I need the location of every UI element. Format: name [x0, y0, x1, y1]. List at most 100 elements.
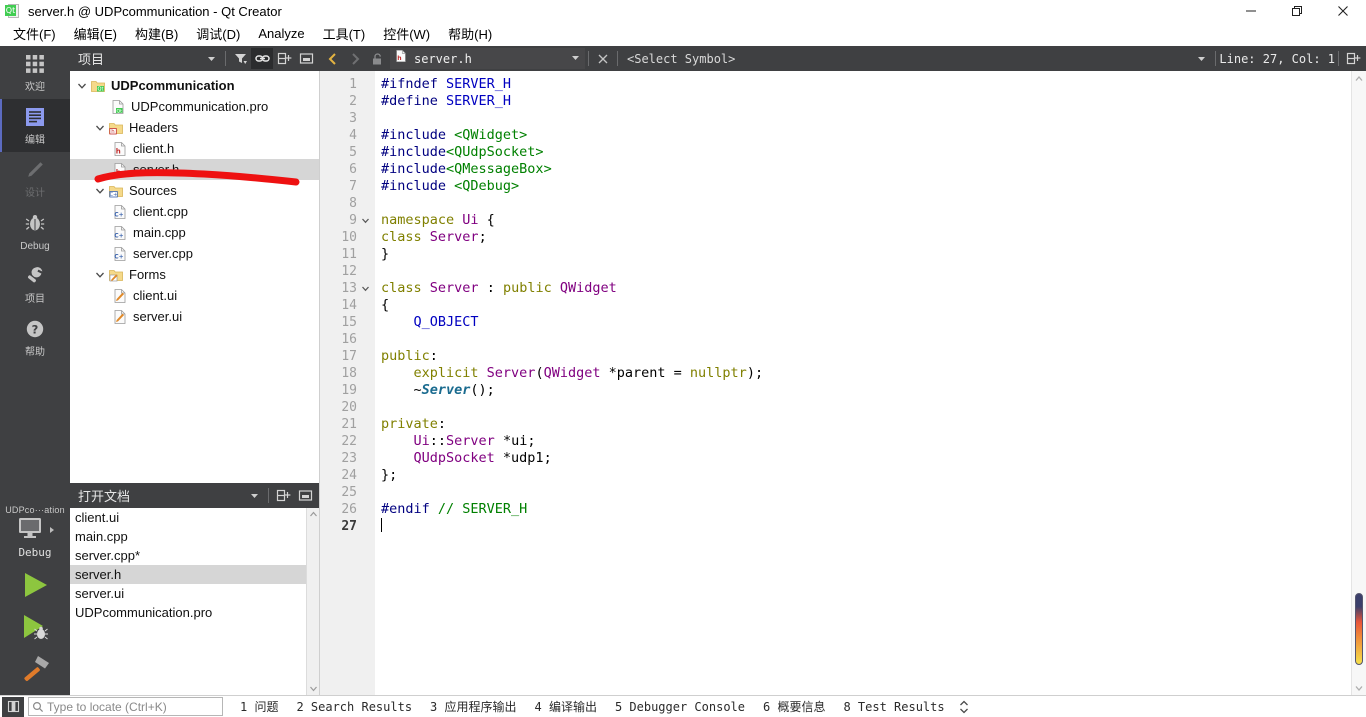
menu-window[interactable]: 控件(W): [374, 21, 439, 46]
symbol-caret-icon[interactable]: [1190, 48, 1212, 70]
chevron-down-icon[interactable]: [92, 270, 108, 280]
chevron-down-icon[interactable]: [92, 186, 108, 196]
mode-welcome[interactable]: 欢迎: [0, 46, 70, 99]
close-button[interactable]: [1320, 0, 1366, 22]
code-line: #include<QMessageBox>: [375, 161, 1351, 178]
code-token: *ui;: [494, 433, 536, 449]
fold-chevron-down-icon[interactable]: [359, 280, 372, 297]
line-number: 8: [349, 196, 357, 211]
tree-row-forms[interactable]: Forms: [70, 264, 319, 285]
line-number: 7: [349, 179, 357, 194]
headers-folder-icon: h: [108, 120, 124, 136]
tree-row-server-cpp[interactable]: C+ server.cpp: [70, 243, 319, 264]
split-icon[interactable]: [1342, 48, 1364, 70]
output-tab[interactable]: 8 Test Results: [834, 698, 953, 716]
link-icon[interactable]: [251, 48, 273, 69]
mode-debug[interactable]: Debug: [0, 205, 70, 258]
chevron-down-icon[interactable]: [74, 81, 90, 91]
line-col-indicator[interactable]: Line: 27, Col: 1: [1219, 52, 1335, 66]
scrollbar-thumb[interactable]: [1355, 593, 1363, 665]
go-back-button[interactable]: [322, 48, 344, 70]
tree-row-client-cpp[interactable]: C+ client.cpp: [70, 201, 319, 222]
mode-help[interactable]: ? 帮助: [0, 311, 70, 364]
open-doc-item[interactable]: server.h: [70, 565, 319, 584]
menu-debug[interactable]: 调试(D): [187, 21, 249, 46]
output-tab[interactable]: 6 概要信息: [754, 696, 834, 717]
chevron-down-icon[interactable]: [1352, 680, 1366, 695]
chevron-down-icon[interactable]: [307, 682, 319, 695]
go-forward-button[interactable]: [344, 48, 366, 70]
tree-row-headers[interactable]: h Headers: [70, 117, 319, 138]
code-text[interactable]: #ifndef SERVER_H #define SERVER_H #include…: [375, 71, 1351, 695]
chevron-up-icon[interactable]: [307, 508, 319, 521]
kit-selector[interactable]: UDPco···ation Debug: [0, 501, 70, 559]
open-doc-item[interactable]: client.ui: [70, 508, 319, 527]
tree-row-server-h[interactable]: h server.h: [70, 159, 319, 180]
locator-input[interactable]: Type to locate (Ctrl+K): [28, 697, 223, 716]
output-tab[interactable]: 2 Search Results: [287, 698, 421, 716]
run-button[interactable]: [13, 569, 57, 605]
tree-row-project[interactable]: Qt UDPcommunication: [70, 75, 319, 96]
mode-design-label: 设计: [25, 187, 45, 199]
split-icon[interactable]: [272, 485, 294, 506]
file-selector[interactable]: h server.h: [390, 48, 585, 69]
code-line: Q_OBJECT: [375, 314, 1351, 331]
menu-build[interactable]: 构建(B): [126, 21, 187, 46]
open-doc-item[interactable]: main.cpp: [70, 527, 319, 546]
menu-tools[interactable]: 工具(T): [314, 21, 375, 46]
menu-edit[interactable]: 编辑(E): [65, 21, 126, 46]
tree-row-client-h[interactable]: h client.h: [70, 138, 319, 159]
chevron-down-icon[interactable]: [558, 50, 581, 68]
tree-row-pro-file[interactable]: Qt UDPcommunication.pro: [70, 96, 319, 117]
tree-row-main-cpp[interactable]: C+ main.cpp: [70, 222, 319, 243]
sidebar-toggle-icon[interactable]: [2, 696, 24, 717]
tree-row-client-ui[interactable]: client.ui: [70, 285, 319, 306]
output-tab[interactable]: 3 应用程序输出: [421, 696, 525, 717]
desktop-icon: [15, 516, 45, 545]
open-doc-item[interactable]: UDPcommunication.pro: [70, 603, 319, 622]
up-down-arrows-icon[interactable]: [958, 699, 970, 715]
editor-scrollbar[interactable]: [1351, 71, 1366, 695]
code-line: QUdpSocket *udp1;: [375, 450, 1351, 467]
tree-label: UDPcommunication.pro: [131, 99, 269, 114]
mode-design[interactable]: 设计: [0, 152, 70, 205]
menu-help[interactable]: 帮助(H): [439, 21, 501, 46]
header-file-icon: h: [112, 162, 128, 178]
tree-row-server-ui[interactable]: server.ui: [70, 306, 319, 327]
output-tab[interactable]: 4 编译输出: [526, 696, 606, 717]
debug-button[interactable]: [13, 611, 57, 647]
open-documents-scrollbar[interactable]: [306, 508, 319, 695]
menu-file[interactable]: 文件(F): [4, 21, 65, 46]
filter-icon[interactable]: [229, 48, 251, 69]
mode-edit[interactable]: 编辑: [0, 99, 70, 152]
build-button[interactable]: [13, 653, 57, 689]
code-token: #define: [381, 93, 447, 109]
tree-row-sources[interactable]: C+ Sources: [70, 180, 319, 201]
left-dock: 项目 Qt UDPcommunication Qt UDPcommunicati…: [70, 46, 320, 695]
close-split-icon[interactable]: [295, 48, 317, 69]
chevron-down-icon[interactable]: [243, 485, 265, 506]
restore-button[interactable]: [1274, 0, 1320, 22]
fold-chevron-down-icon[interactable]: [359, 212, 372, 229]
locator-placeholder: Type to locate (Ctrl+K): [47, 699, 167, 714]
code-token: <QUdpSocket>: [446, 144, 544, 160]
chevron-down-icon[interactable]: [200, 48, 222, 69]
unlocked-icon[interactable]: [366, 48, 388, 70]
line-number: 15: [341, 315, 357, 330]
split-icon[interactable]: [273, 48, 295, 69]
open-documents-list: client.ui main.cpp server.cpp* server.h …: [70, 508, 319, 695]
open-doc-item[interactable]: server.ui: [70, 584, 319, 603]
line-number: 16: [341, 332, 357, 347]
chevron-down-icon[interactable]: [92, 123, 108, 133]
open-doc-item[interactable]: server.cpp*: [70, 546, 319, 565]
mode-projects[interactable]: 项目: [0, 258, 70, 311]
chevron-up-icon[interactable]: [1352, 71, 1366, 86]
minimize-button[interactable]: [1228, 0, 1274, 22]
output-tab[interactable]: 5 Debugger Console: [606, 698, 754, 716]
symbol-selector[interactable]: <Select Symbol>: [627, 52, 735, 66]
code-token: QWidget: [543, 365, 601, 381]
close-document-button[interactable]: [592, 48, 614, 70]
close-split-icon[interactable]: [294, 485, 316, 506]
output-tab[interactable]: 1 问题: [231, 696, 287, 717]
menu-analyze[interactable]: Analyze: [249, 23, 313, 44]
